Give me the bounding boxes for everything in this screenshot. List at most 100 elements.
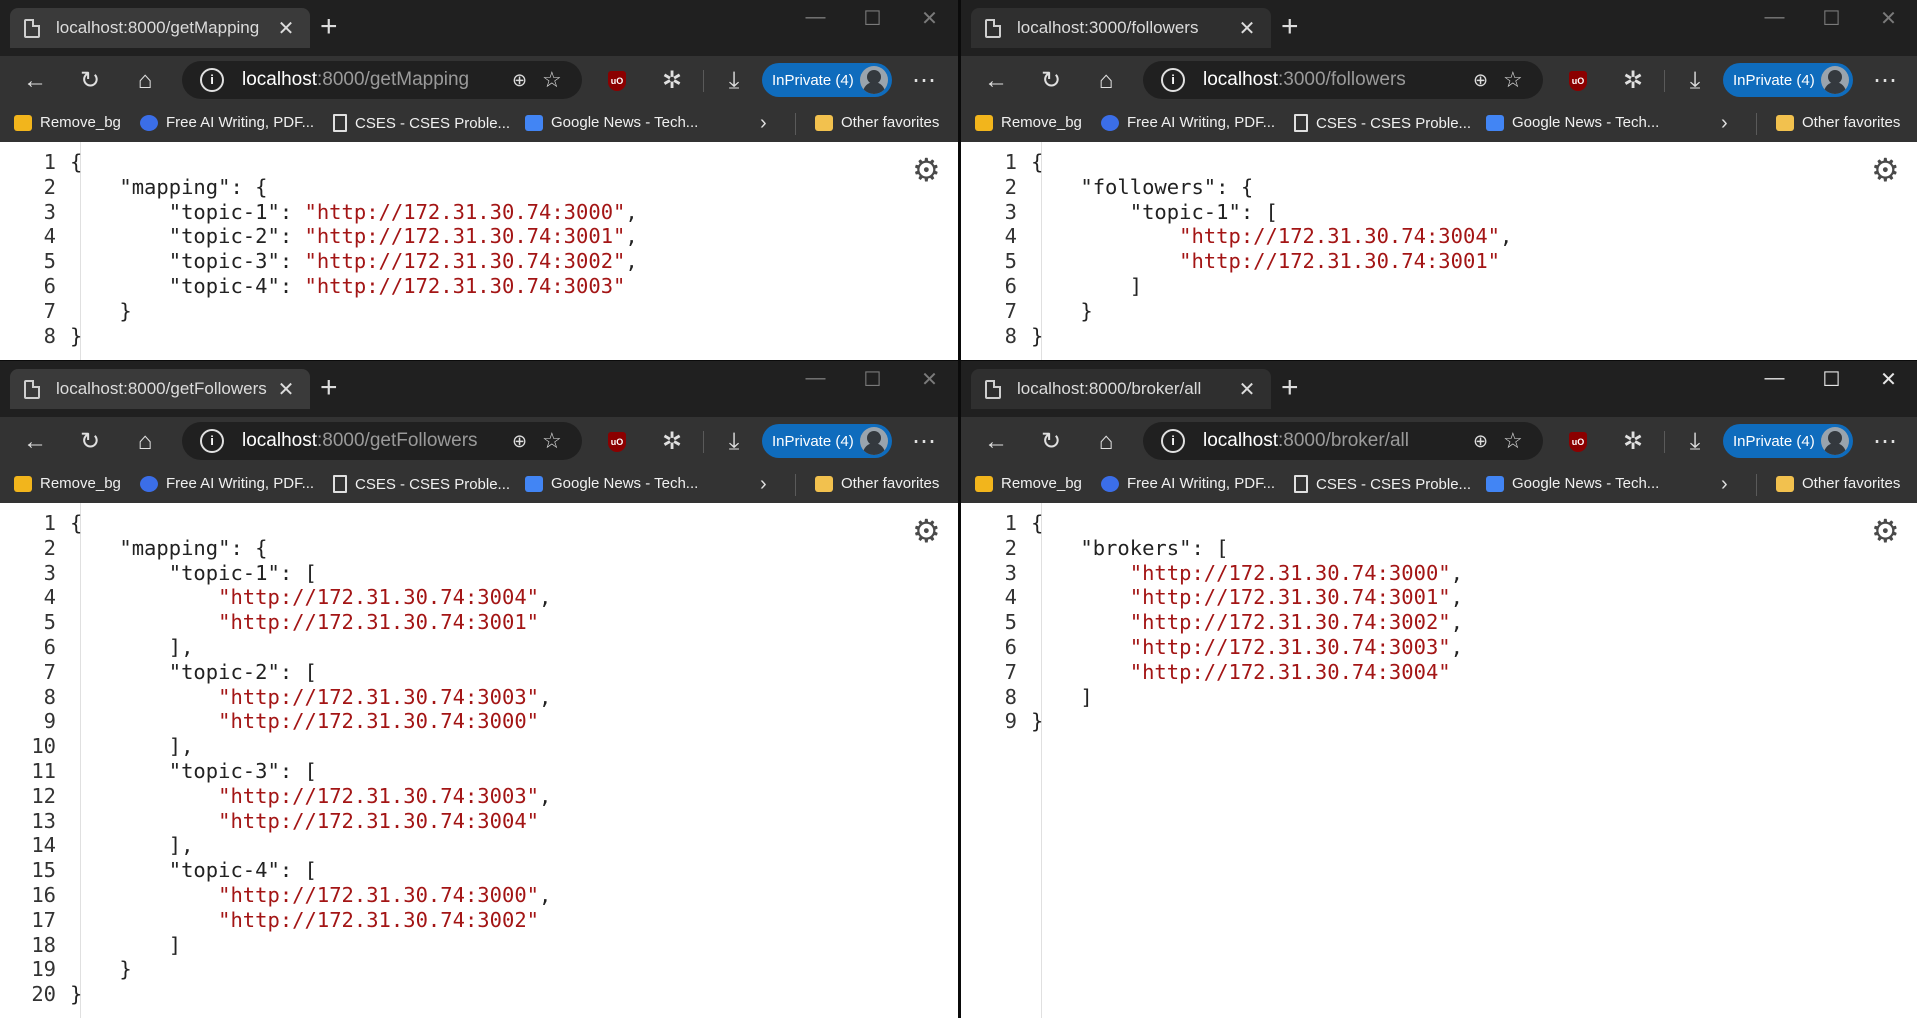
close-window-icon[interactable]: ✕ bbox=[1860, 367, 1917, 392]
extensions-icon[interactable]: ✲ bbox=[655, 425, 689, 459]
close-tab-icon[interactable]: ✕ bbox=[274, 16, 298, 41]
refresh-icon[interactable]: ↻ bbox=[73, 425, 107, 459]
back-icon[interactable]: ← bbox=[18, 425, 52, 459]
address-bar[interactable]: i localhost:3000/followers ⊕ ☆ bbox=[1143, 61, 1543, 99]
back-icon[interactable]: ← bbox=[979, 64, 1013, 98]
chevron-right-icon[interactable]: › bbox=[1721, 473, 1728, 496]
more-menu-icon[interactable]: ⋯ bbox=[1868, 425, 1902, 459]
close-window-icon[interactable]: ✕ bbox=[1860, 6, 1917, 31]
url-text[interactable]: localhost:3000/followers bbox=[1203, 69, 1473, 91]
bookmark-item[interactable]: Google News - Tech... bbox=[1486, 475, 1659, 492]
info-icon[interactable]: i bbox=[200, 68, 224, 92]
chevron-right-icon[interactable]: › bbox=[1721, 112, 1728, 135]
other-favorites[interactable]: Other favorites bbox=[815, 114, 939, 131]
refresh-icon[interactable]: ↻ bbox=[1034, 425, 1068, 459]
info-icon[interactable]: i bbox=[1161, 429, 1185, 453]
other-favorites[interactable]: Other favorites bbox=[815, 475, 939, 492]
gear-icon[interactable]: ⚙ bbox=[912, 154, 941, 186]
address-bar[interactable]: i localhost:8000/getFollowers ⊕ ☆ bbox=[182, 422, 582, 460]
more-menu-icon[interactable]: ⋯ bbox=[907, 425, 941, 459]
bookmark-item[interactable]: CSES - CSES Proble... bbox=[1294, 114, 1471, 132]
bookmark-item[interactable]: Remove_bg bbox=[14, 475, 121, 492]
tab-active[interactable]: localhost:8000/getFollowers ✕ bbox=[10, 369, 310, 409]
more-menu-icon[interactable]: ⋯ bbox=[1868, 64, 1902, 98]
bookmark-item[interactable]: Google News - Tech... bbox=[1486, 114, 1659, 131]
info-icon[interactable]: i bbox=[200, 429, 224, 453]
new-tab-icon[interactable]: + bbox=[1281, 12, 1299, 42]
zoom-icon[interactable]: ⊕ bbox=[1473, 70, 1503, 91]
minimize-icon[interactable]: — bbox=[1746, 367, 1803, 392]
home-icon[interactable]: ⌂ bbox=[128, 425, 162, 459]
tab-active[interactable]: localhost:8000/getMapping ✕ bbox=[10, 8, 310, 48]
extensions-icon[interactable]: ✲ bbox=[655, 64, 689, 98]
bookmark-item[interactable]: Free AI Writing, PDF... bbox=[1101, 475, 1275, 492]
inprivate-badge[interactable]: InPrivate (4) bbox=[762, 424, 892, 458]
maximize-icon[interactable]: ☐ bbox=[1803, 367, 1860, 392]
maximize-icon[interactable]: ☐ bbox=[844, 367, 901, 392]
bookmark-item[interactable]: Free AI Writing, PDF... bbox=[1101, 114, 1275, 131]
downloads-icon[interactable]: ⤓ bbox=[717, 64, 751, 98]
bookmark-item[interactable]: CSES - CSES Proble... bbox=[333, 475, 510, 493]
bookmark-item[interactable]: Google News - Tech... bbox=[525, 475, 698, 492]
home-icon[interactable]: ⌂ bbox=[1089, 64, 1123, 98]
ublock-extension-icon[interactable]: uO bbox=[608, 71, 626, 91]
back-icon[interactable]: ← bbox=[979, 425, 1013, 459]
favorite-star-icon[interactable]: ☆ bbox=[542, 67, 582, 93]
gear-icon[interactable]: ⚙ bbox=[1871, 515, 1900, 547]
gear-icon[interactable]: ⚙ bbox=[912, 515, 941, 547]
ublock-extension-icon[interactable]: uO bbox=[1569, 432, 1587, 452]
url-text[interactable]: localhost:8000/broker/all bbox=[1203, 430, 1473, 452]
bookmark-item[interactable]: Remove_bg bbox=[14, 114, 121, 131]
bookmark-item[interactable]: Google News - Tech... bbox=[525, 114, 698, 131]
downloads-icon[interactable]: ⤓ bbox=[1678, 425, 1712, 459]
zoom-icon[interactable]: ⊕ bbox=[512, 431, 542, 452]
minimize-icon[interactable]: — bbox=[787, 6, 844, 31]
home-icon[interactable]: ⌂ bbox=[128, 64, 162, 98]
maximize-icon[interactable]: ☐ bbox=[1803, 6, 1860, 31]
bookmark-item[interactable]: Remove_bg bbox=[975, 114, 1082, 131]
inprivate-badge[interactable]: InPrivate (4) bbox=[762, 63, 892, 97]
address-bar[interactable]: i localhost:8000/getMapping ⊕ ☆ bbox=[182, 61, 582, 99]
chevron-right-icon[interactable]: › bbox=[760, 473, 767, 496]
bookmark-item[interactable]: Free AI Writing, PDF... bbox=[140, 114, 314, 131]
inprivate-badge[interactable]: InPrivate (4) bbox=[1723, 424, 1853, 458]
refresh-icon[interactable]: ↻ bbox=[1034, 64, 1068, 98]
new-tab-icon[interactable]: + bbox=[1281, 373, 1299, 403]
chevron-right-icon[interactable]: › bbox=[760, 112, 767, 135]
extensions-icon[interactable]: ✲ bbox=[1616, 64, 1650, 98]
other-favorites[interactable]: Other favorites bbox=[1776, 114, 1900, 131]
close-tab-icon[interactable]: ✕ bbox=[274, 377, 298, 402]
tab-active[interactable]: localhost:8000/broker/all ✕ bbox=[971, 369, 1271, 409]
bookmark-item[interactable]: Remove_bg bbox=[975, 475, 1082, 492]
back-icon[interactable]: ← bbox=[18, 64, 52, 98]
ublock-extension-icon[interactable]: uO bbox=[608, 432, 626, 452]
downloads-icon[interactable]: ⤓ bbox=[717, 425, 751, 459]
minimize-icon[interactable]: — bbox=[1746, 6, 1803, 31]
home-icon[interactable]: ⌂ bbox=[1089, 425, 1123, 459]
downloads-icon[interactable]: ⤓ bbox=[1678, 64, 1712, 98]
new-tab-icon[interactable]: + bbox=[320, 12, 338, 42]
extensions-icon[interactable]: ✲ bbox=[1616, 425, 1650, 459]
url-text[interactable]: localhost:8000/getFollowers bbox=[242, 430, 512, 452]
favorite-star-icon[interactable]: ☆ bbox=[542, 428, 582, 454]
close-window-icon[interactable]: ✕ bbox=[901, 367, 958, 392]
close-window-icon[interactable]: ✕ bbox=[901, 6, 958, 31]
other-favorites[interactable]: Other favorites bbox=[1776, 475, 1900, 492]
bookmark-item[interactable]: Free AI Writing, PDF... bbox=[140, 475, 314, 492]
zoom-icon[interactable]: ⊕ bbox=[512, 70, 542, 91]
address-bar[interactable]: i localhost:8000/broker/all ⊕ ☆ bbox=[1143, 422, 1543, 460]
maximize-icon[interactable]: ☐ bbox=[844, 6, 901, 31]
close-tab-icon[interactable]: ✕ bbox=[1235, 16, 1259, 41]
inprivate-badge[interactable]: InPrivate (4) bbox=[1723, 63, 1853, 97]
gear-icon[interactable]: ⚙ bbox=[1871, 154, 1900, 186]
favorite-star-icon[interactable]: ☆ bbox=[1503, 428, 1543, 454]
minimize-icon[interactable]: — bbox=[787, 367, 844, 392]
bookmark-item[interactable]: CSES - CSES Proble... bbox=[1294, 475, 1471, 493]
close-tab-icon[interactable]: ✕ bbox=[1235, 377, 1259, 402]
refresh-icon[interactable]: ↻ bbox=[73, 64, 107, 98]
ublock-extension-icon[interactable]: uO bbox=[1569, 71, 1587, 91]
zoom-icon[interactable]: ⊕ bbox=[1473, 431, 1503, 452]
url-text[interactable]: localhost:8000/getMapping bbox=[242, 69, 512, 91]
bookmark-item[interactable]: CSES - CSES Proble... bbox=[333, 114, 510, 132]
more-menu-icon[interactable]: ⋯ bbox=[907, 64, 941, 98]
